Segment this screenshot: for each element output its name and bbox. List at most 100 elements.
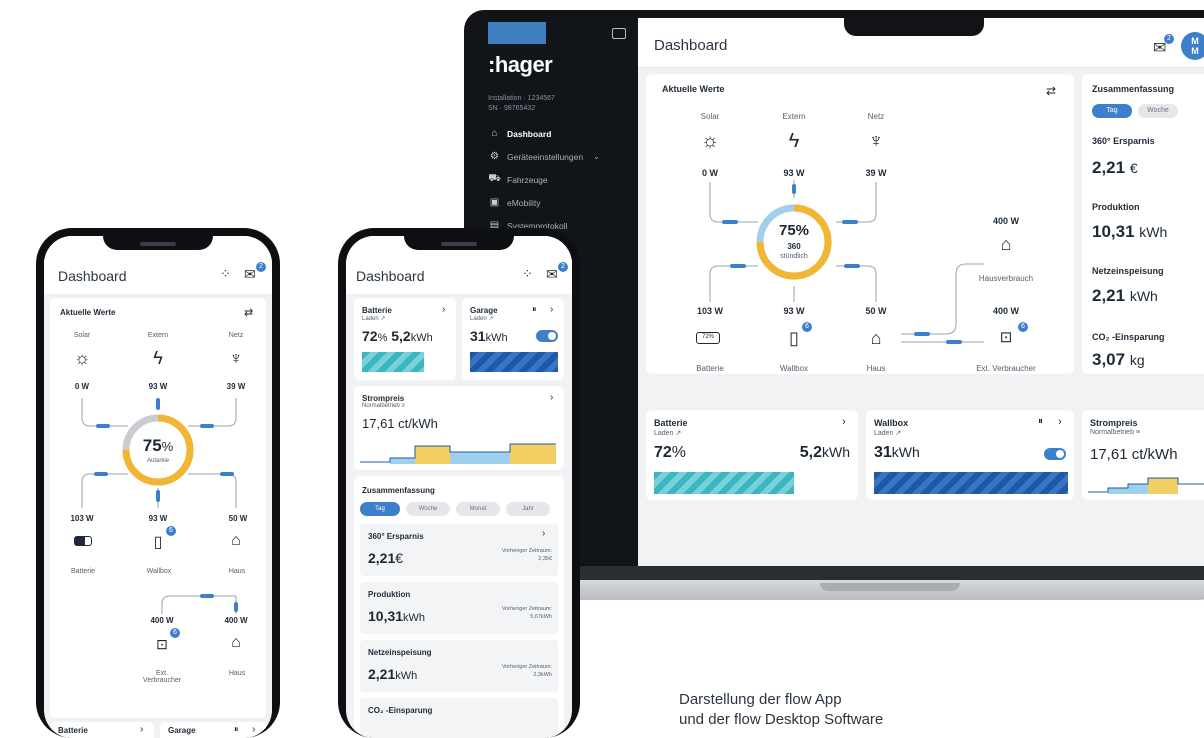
value: 31 <box>470 328 486 344</box>
battery-fill-bar <box>654 472 794 494</box>
hausverbrauch-label: Hausverbrauch <box>978 274 1034 283</box>
strompreis-card[interactable]: Strompreis Normalbetrieb ≡ 17,61 ct/kWh <box>1082 410 1204 500</box>
chevron-right-icon[interactable]: › <box>1058 416 1062 428</box>
mail-icon[interactable]: ✉ <box>244 266 256 283</box>
sidebar-item-geraeteeinstellungen[interactable]: ⚙ Geräteeinstellungen ⌄ <box>488 145 634 168</box>
sidebar-item-dashboard[interactable]: ⌂ Dashboard <box>488 122 634 145</box>
value: 2,21 <box>1092 286 1126 305</box>
caption-line-1: Darstellung der flow App <box>679 691 842 708</box>
unit: kWh <box>891 444 920 460</box>
laptop-notch <box>844 10 984 36</box>
garage-card[interactable]: Garage Laden ↗ ⏸ › 31kWh <box>462 298 564 380</box>
phone-left-screen: Dashboard ⁘ ✉ 2 Aktuelle Werte ⇄ Solar E… <box>44 236 272 738</box>
chevron-right-icon: › <box>550 392 554 403</box>
phone-speaker <box>140 242 176 246</box>
summary-item-netzeinspeisung[interactable]: Netzeinspeisung 2,21kWh Vorheriger Zeitr… <box>360 640 558 692</box>
card-subtitle: Laden ↗ <box>654 430 682 437</box>
sidebar-item-emobility[interactable]: ▣ eMobility <box>488 191 634 214</box>
summary-label: 360° Ersparnis <box>368 532 424 541</box>
flow-pulse <box>722 220 738 224</box>
phone-right-screen: Dashboard ⁘ ✉ 2 Batterie Laden ↗ › 72% 5… <box>346 236 572 738</box>
card-title: Batterie <box>58 726 88 735</box>
grid-settings-icon[interactable]: ⁘ <box>220 266 231 282</box>
tab-woche[interactable]: Woche <box>406 502 450 516</box>
phone-notch <box>404 228 514 250</box>
summary-value-co2: 3,07 kg <box>1092 350 1145 370</box>
value: 2,21 <box>1092 158 1126 177</box>
summary-item-co2[interactable]: CO₂ -Einsparung <box>360 698 558 738</box>
tab-monat[interactable]: Monat <box>456 502 500 516</box>
price-chart <box>360 443 556 464</box>
summary-item-produktion[interactable]: Produktion 10,31kWh Vorheriger Zeitraum:… <box>360 582 558 634</box>
page-title: Dashboard <box>58 268 127 284</box>
wallbox-toggle[interactable] <box>1044 448 1066 460</box>
autarkie-label: Autarkie <box>146 458 169 464</box>
card-title: Batterie <box>654 418 688 428</box>
zusammenfassung-card: Zusammenfassung Tag Woche 360° Ersparnis… <box>1082 74 1204 374</box>
batterie-card[interactable]: Batterie Laden ↗ › 72% 5,2kWh <box>646 410 858 500</box>
sidebar-toggle-icon[interactable] <box>612 28 626 39</box>
phone-left: Dashboard ⁘ ✉ 2 Aktuelle Werte ⇄ Solar E… <box>36 228 280 738</box>
strompreis-value: 17,61 ct/kWh <box>362 416 438 431</box>
card-title: Zusammenfassung <box>362 486 435 495</box>
tab-jahr[interactable]: Jahr <box>506 502 550 516</box>
mail-icon[interactable]: ✉ <box>546 266 558 283</box>
strompreis-card[interactable]: Strompreis Normalbetrieb ≡ › 17,61 ct/kW… <box>354 386 564 470</box>
tab-woche[interactable]: Woche <box>1138 104 1178 118</box>
consumer-label-batterie: Batterie <box>70 568 96 575</box>
consumer-value-wallbox: 93 W <box>148 514 168 523</box>
summary-item-ersparnis[interactable]: 360° Ersparnis › 2,21€ Vorheriger Zeitra… <box>360 524 558 576</box>
chevron-right-icon: › <box>252 724 256 735</box>
chevron-right-icon[interactable]: › <box>842 416 846 428</box>
ext-verbraucher-value: 400 W <box>150 616 174 625</box>
consumer-label-haus: Haus <box>228 568 246 575</box>
unit: kWh <box>485 332 508 344</box>
prev-period-value: 2,35€ <box>538 556 552 562</box>
pause-icon: ⏸ <box>234 724 239 734</box>
sidebar-item-fahrzeuge[interactable]: ⛟ Fahrzeuge <box>488 168 634 191</box>
price-area-yellow <box>415 446 450 464</box>
tab-tag[interactable]: Tag <box>360 502 400 516</box>
autarkie-percent: 75% <box>778 222 810 239</box>
wallbox-icon: ▯ <box>789 328 799 348</box>
flow-pulse <box>730 264 746 268</box>
house-chart-icon: ⌂ <box>870 328 882 348</box>
wallbox-icon: ▯ <box>153 534 163 551</box>
ext-consumer-badge: 6 <box>170 628 180 638</box>
wallbox-card[interactable]: Wallbox Laden ↗ ⏸ › 31kWh <box>866 410 1074 500</box>
wallbox-energy: 31kWh <box>874 444 920 462</box>
battery-icon <box>74 536 92 546</box>
prev-period-value: 5,67kWh <box>530 614 552 620</box>
garage-fill-bar <box>470 352 558 372</box>
flow-pulse <box>844 264 860 268</box>
garage-card-peek[interactable]: Garage ⏸ › <box>160 722 266 738</box>
card-subtitle: Normalbetrieb ≡ <box>362 403 405 409</box>
avatar[interactable]: MM <box>1181 32 1204 60</box>
pause-icon[interactable]: ⏸ <box>1038 416 1043 427</box>
source-label-extern: Extern <box>147 332 169 339</box>
batterie-card-peek[interactable]: Batterie › <box>50 722 154 738</box>
tab-tag[interactable]: Tag <box>1092 104 1132 118</box>
batterie-card[interactable]: Batterie Laden ↗ › 72% 5,2kWh <box>354 298 456 380</box>
card-title: Strompreis <box>1090 418 1138 428</box>
price-area-yellow-2 <box>510 444 556 464</box>
pause-icon[interactable]: ⏸ <box>532 304 537 315</box>
summary-label: Produktion <box>368 590 411 599</box>
unit: kWh <box>403 612 426 624</box>
flow-pulse <box>200 424 214 428</box>
garage-toggle[interactable] <box>536 330 558 342</box>
flow-pulse <box>792 184 796 194</box>
ring-sub-hourly: stündlich <box>780 253 808 260</box>
summary-label: Netzeinspeisung <box>368 648 432 657</box>
prev-period-label: Vorheriger Zeitraum: <box>501 548 552 554</box>
grid-settings-icon[interactable]: ⁘ <box>522 266 533 282</box>
flow-line-solar <box>709 182 758 223</box>
sun-icon: ☼ <box>700 130 720 152</box>
house-icon: ⌂ <box>1000 234 1012 254</box>
source-label-solar: Solar <box>73 332 91 339</box>
home-icon: ⌂ <box>491 128 498 139</box>
unit: € <box>395 550 404 566</box>
laptop-base-notch <box>820 583 960 591</box>
battery-fill-bar <box>362 352 424 372</box>
battery-percent: 72% <box>654 444 686 462</box>
